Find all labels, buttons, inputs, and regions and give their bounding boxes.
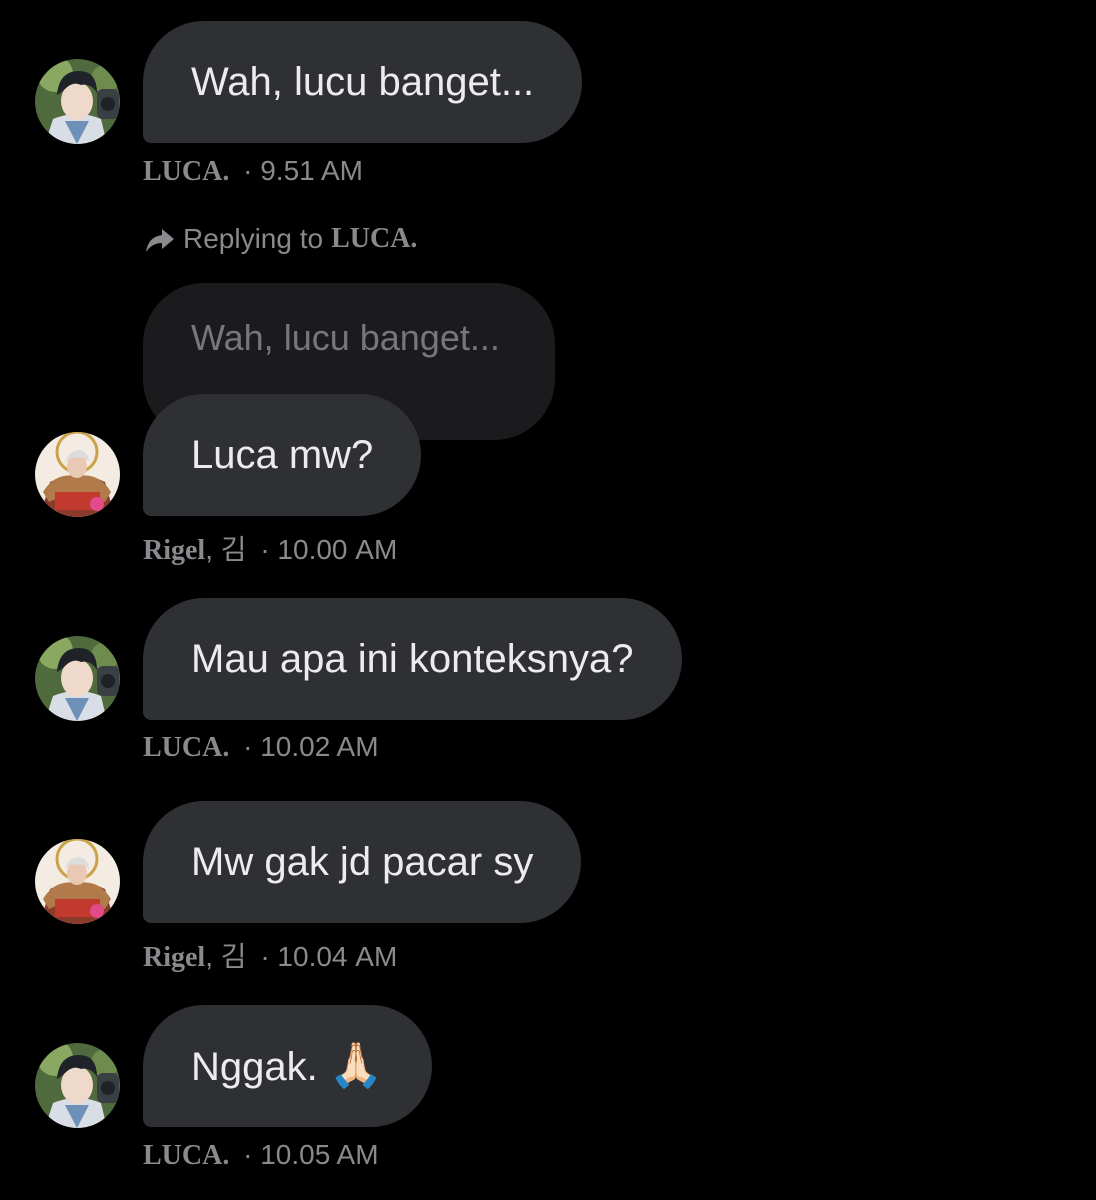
sender-suffix: , 김 bbox=[205, 534, 247, 565]
sender-suffix: , 김 bbox=[205, 941, 247, 972]
sender-name[interactable]: LUCA. bbox=[143, 156, 229, 187]
message-meta: Rigel, 김 · 10.04 AM bbox=[143, 935, 397, 975]
message-meta: Rigel, 김 · 10.00 AM bbox=[143, 528, 397, 568]
message-time: · 10.00 AM bbox=[260, 534, 398, 565]
reply-arrow-icon bbox=[146, 229, 174, 252]
message-meta: LUCA. · 9.51 AM bbox=[143, 155, 363, 188]
luca-avatar[interactable] bbox=[35, 59, 120, 144]
reply-indicator: Replying to LUCA. bbox=[143, 222, 417, 256]
message-text: Mw gak jd pacar sy bbox=[191, 840, 534, 884]
quoted-text: Wah, lucu banget... bbox=[191, 317, 500, 358]
luca-avatar[interactable] bbox=[35, 636, 120, 721]
message-bubble[interactable]: Mw gak jd pacar sy bbox=[143, 801, 582, 923]
message-text: Mau apa ini konteksnya? bbox=[191, 637, 634, 681]
message-bubble[interactable]: Luca mw? bbox=[143, 394, 422, 516]
message-meta: LUCA. · 10.02 AM bbox=[143, 731, 379, 764]
message-time: · 10.04 AM bbox=[260, 941, 398, 972]
message-meta: LUCA. · 10.05 AM bbox=[143, 1139, 379, 1172]
sender-name[interactable]: Rigel bbox=[143, 942, 205, 973]
rigel-avatar[interactable] bbox=[35, 839, 120, 924]
message-time: · 9.51 AM bbox=[243, 155, 363, 186]
message-text: Nggak. bbox=[191, 1045, 318, 1089]
message-time: · 10.05 AM bbox=[243, 1139, 379, 1170]
sender-name[interactable]: Rigel bbox=[143, 535, 205, 566]
sender-name[interactable]: LUCA. bbox=[143, 732, 229, 763]
message-time: · 10.02 AM bbox=[243, 731, 379, 762]
message-bubble[interactable]: Nggak. 🙏🏻 bbox=[143, 1005, 432, 1127]
sender-name[interactable]: LUCA. bbox=[143, 1140, 229, 1171]
reply-to-name[interactable]: LUCA. bbox=[331, 223, 417, 255]
rigel-avatar[interactable] bbox=[35, 432, 120, 517]
message-text: Luca mw? bbox=[191, 433, 374, 477]
reply-prefix: Replying to bbox=[183, 223, 324, 254]
message-text: Wah, lucu banget... bbox=[191, 60, 535, 104]
message-bubble[interactable]: Wah, lucu banget... bbox=[143, 21, 583, 143]
luca-avatar[interactable] bbox=[35, 1043, 120, 1128]
praying-hands-emoji: 🙏🏻 bbox=[328, 1041, 384, 1090]
message-bubble[interactable]: Mau apa ini konteksnya? bbox=[143, 598, 682, 720]
